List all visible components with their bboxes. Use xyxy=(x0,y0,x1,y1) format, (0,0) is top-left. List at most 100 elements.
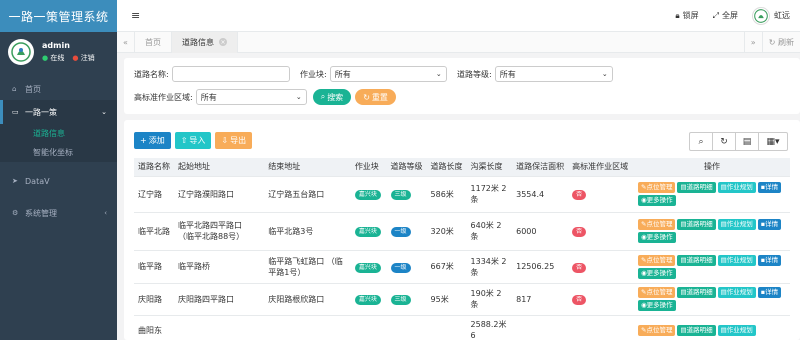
table-row: 庆阳路 庆阳路四平路口 庆阳路根欣路口 嘉兴块 三级 95米 190米 2条 8… xyxy=(134,282,790,315)
work-plan-button[interactable]: ▤作业规划 xyxy=(717,324,756,336)
expand-icon: ⤢ xyxy=(712,10,719,20)
cell-area: 3554.4 xyxy=(512,175,569,212)
sidebar-item-smart-coord[interactable]: 智能化坐标 xyxy=(0,143,117,162)
col-header[interactable]: 道路名称 xyxy=(134,158,174,176)
more-ops-button[interactable]: ◉更多操作 xyxy=(638,300,676,311)
refresh-icon: ↻ xyxy=(768,37,776,47)
table-row: 临平北路 临平北路四平路口 （临平北路88号） 临平北路3号 嘉兴块 一级 32… xyxy=(134,211,790,250)
refresh-icon[interactable]: ↻ xyxy=(712,132,736,151)
cell-end: 庆阳路根欣路口 xyxy=(264,282,351,315)
road-detail-button[interactable]: ▤道路明细 xyxy=(677,254,716,266)
tab-road-info[interactable]: 道路信息 × xyxy=(172,31,238,53)
std-area-select[interactable]: 所有 ⌄ xyxy=(195,89,307,105)
chevron-down-icon: ⌄ xyxy=(101,108,107,116)
gear-icon: ⚙ xyxy=(12,209,19,217)
level-badge: 一级 xyxy=(390,227,411,237)
search-icon: ⌕ xyxy=(320,92,326,101)
map-icon: ▭ xyxy=(12,108,19,116)
user-avatar xyxy=(8,39,34,65)
work-block-select[interactable]: 所有 ⌄ xyxy=(329,66,447,82)
chevron-down-icon: ⌄ xyxy=(435,70,442,78)
road-detail-button[interactable]: ▤道路明细 xyxy=(677,324,716,336)
chevron-down-icon: ⌄ xyxy=(295,93,302,101)
sidebar-item-road-policy[interactable]: ▭ 一路一策 ⌄ xyxy=(0,100,117,124)
road-level-select[interactable]: 所有 ⌄ xyxy=(494,66,613,82)
road-detail-button[interactable]: ▤道路明细 xyxy=(677,287,716,298)
cell-area xyxy=(512,314,569,340)
close-icon[interactable]: × xyxy=(219,38,227,46)
sidebar-item-road-info[interactable]: 道路信息 xyxy=(0,124,117,143)
upload-icon: ⇧ xyxy=(180,136,188,145)
card-view-icon[interactable]: ▤ xyxy=(735,132,759,151)
detail-button[interactable]: ▪详情 xyxy=(757,254,782,266)
road-detail-button[interactable]: ▤道路明细 xyxy=(677,182,716,193)
work-plan-button[interactable]: ▤作业规划 xyxy=(717,254,756,266)
tab-home[interactable]: 首页 xyxy=(135,31,172,53)
chevron-down-icon: ⌄ xyxy=(601,70,608,78)
detail-button[interactable]: ▪详情 xyxy=(757,287,782,298)
add-button[interactable]: + 添加 xyxy=(134,132,171,149)
block-badge: 嘉兴块 xyxy=(354,262,381,273)
col-header[interactable]: 道路保洁面积 xyxy=(512,158,569,176)
road-level-label: 道路等级: xyxy=(457,69,492,79)
std-badge: 否 xyxy=(572,190,587,200)
table-row: 曲阳东 2588.2米 6 ✎点位管理 ▤道路明细 ▤作业规划 xyxy=(134,314,790,340)
cell-start: 临平北路四平路口 （临平北路88号） xyxy=(174,211,265,250)
sidebar-item-datav[interactable]: ➤ DataV xyxy=(0,170,117,192)
col-header[interactable]: 高标准作业区域 xyxy=(568,158,634,176)
more-ops-button[interactable]: ◉更多操作 xyxy=(638,267,676,279)
col-header[interactable]: 结束地址 xyxy=(264,158,351,176)
col-header[interactable]: 作业块 xyxy=(350,158,387,176)
col-header[interactable]: 道路长度 xyxy=(426,158,467,176)
point-manage-button[interactable]: ✎点位管理 xyxy=(638,324,676,336)
menu-toggle-icon[interactable]: ≡ xyxy=(131,9,140,22)
sidebar-item-system[interactable]: ⚙ 系统管理 ‹ xyxy=(0,202,117,224)
col-header[interactable]: 起始地址 xyxy=(174,158,265,176)
columns-icon[interactable]: ▦▾ xyxy=(758,132,788,151)
point-manage-button[interactable]: ✎点位管理 xyxy=(638,182,676,193)
app-brand: 一路一策管理系统 xyxy=(0,0,117,32)
std-badge: 否 xyxy=(572,227,587,237)
export-button[interactable]: ⇩ 导出 xyxy=(215,132,253,149)
road-table: 道路名称 起始地址 结束地址 作业块 道路等级 道路长度 沟渠长度 道路保洁面积… xyxy=(134,158,790,340)
cell-area: 12506.25 xyxy=(512,249,569,283)
search-toggle-icon[interactable]: ⌕ xyxy=(689,132,713,151)
col-header[interactable]: 沟渠长度 xyxy=(466,158,513,176)
cell-length: 667米 xyxy=(426,249,467,283)
col-header[interactable]: 道路等级 xyxy=(386,158,427,176)
road-name-input[interactable] xyxy=(171,66,290,82)
tab-bar: « 首页 道路信息 × » ↻ 刷新 xyxy=(117,31,800,53)
cell-start xyxy=(174,314,265,340)
cell-name: 庆阳路 xyxy=(134,282,174,315)
refresh-tab-button[interactable]: ↻ 刷新 xyxy=(763,37,800,48)
more-ops-button[interactable]: ◉更多操作 xyxy=(638,195,676,206)
tab-scroll-right-icon[interactable]: » xyxy=(745,31,763,53)
logout-link[interactable]: ● 注销 xyxy=(72,53,94,63)
point-manage-button[interactable]: ✎点位管理 xyxy=(638,287,676,298)
fullscreen-button[interactable]: ⤢ 全屏 xyxy=(713,10,738,21)
work-plan-button[interactable]: ▤作业规划 xyxy=(717,219,756,230)
reset-button[interactable]: ↻ 重置 xyxy=(355,89,396,105)
work-plan-button[interactable]: ▤作业规划 xyxy=(717,182,756,193)
detail-button[interactable]: ▪详情 xyxy=(757,182,782,193)
cell-name: 临平北路 xyxy=(134,211,174,250)
road-detail-button[interactable]: ▤道路明细 xyxy=(677,219,716,230)
lock-screen-button[interactable]: 🔒︎ 锁屏 xyxy=(675,10,698,21)
online-dot-icon: ● xyxy=(42,54,49,62)
work-plan-button[interactable]: ▤作业规划 xyxy=(717,287,756,298)
cell-length: 320米 xyxy=(426,211,467,250)
point-manage-button[interactable]: ✎点位管理 xyxy=(638,219,676,230)
sidebar-item-home[interactable]: ⌂ 首页 xyxy=(0,78,117,100)
user-panel: admin ● 在线 ● 注销 xyxy=(0,32,117,72)
cell-name: 曲阳东 xyxy=(134,314,174,340)
import-button[interactable]: ⇧ 导入 xyxy=(174,132,212,149)
point-manage-button[interactable]: ✎点位管理 xyxy=(638,254,676,266)
cell-end: 辽宁路五台路口 xyxy=(264,175,351,212)
more-ops-button[interactable]: ◉更多操作 xyxy=(638,232,676,243)
user-menu[interactable]: 虹远 xyxy=(752,6,790,25)
table-toolbar: + 添加 ⇧ 导入 ⇩ 导出 xyxy=(134,132,253,149)
tab-scroll-left-icon[interactable]: « xyxy=(117,31,135,53)
detail-button[interactable]: ▪详情 xyxy=(757,219,782,230)
search-button[interactable]: ⌕ 搜索 xyxy=(312,89,352,105)
cell-ditch: 640米 2条 xyxy=(466,211,513,250)
